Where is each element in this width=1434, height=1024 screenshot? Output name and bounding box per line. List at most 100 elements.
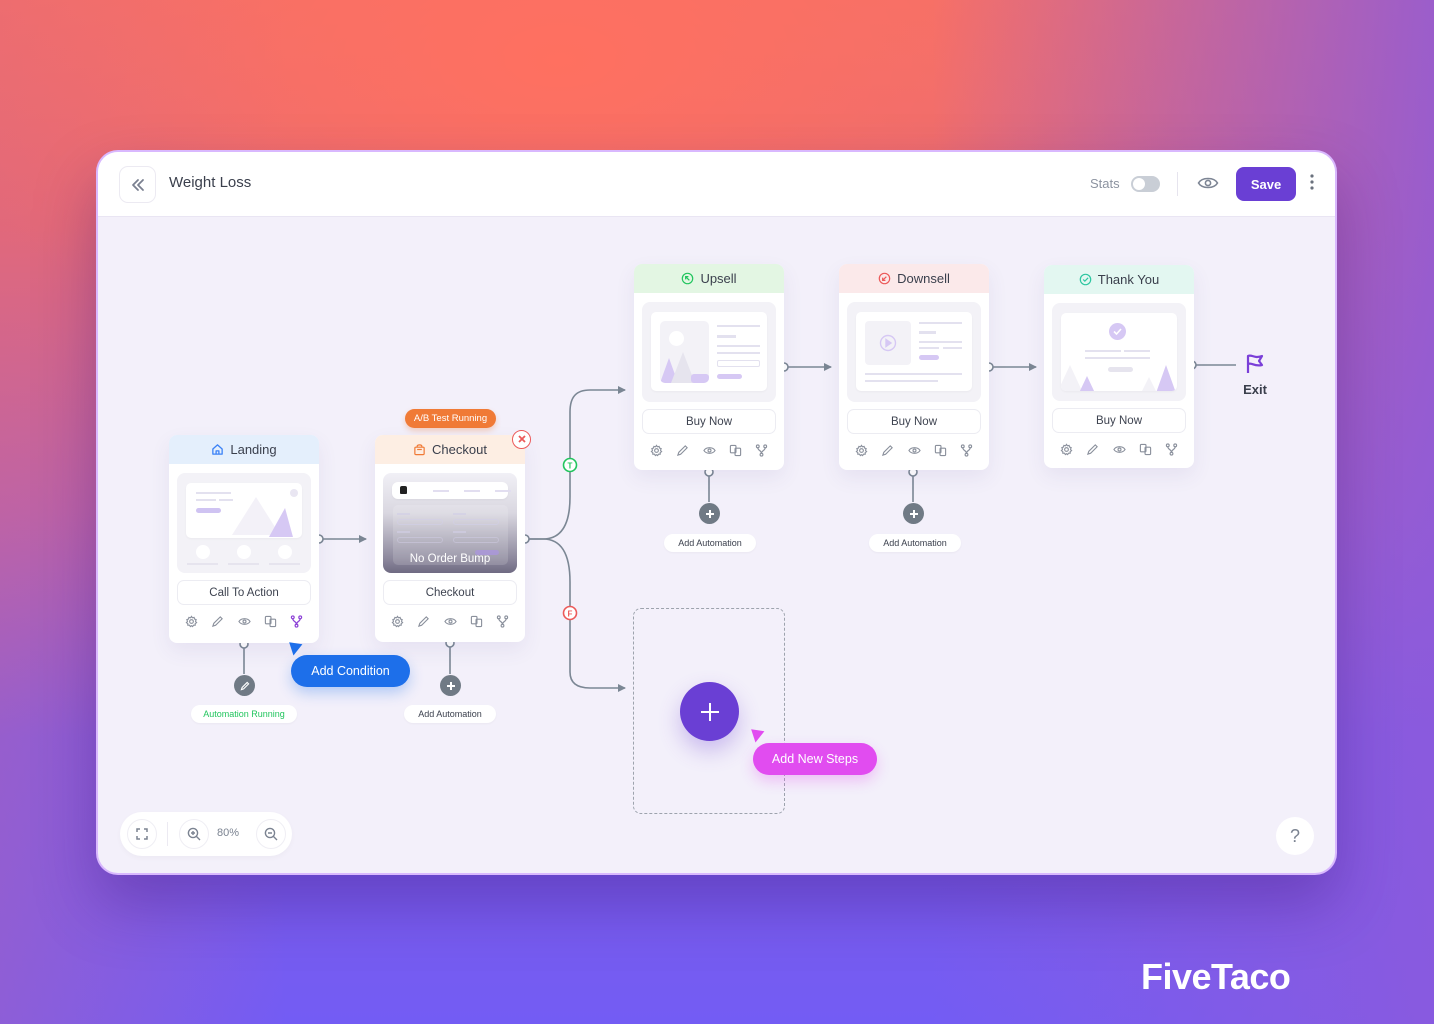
preview-node-button[interactable] [907,444,921,457]
settings-button[interactable] [185,614,198,628]
settings-button[interactable] [650,443,663,457]
false-branch-marker[interactable]: F [562,605,578,621]
split-button[interactable] [1165,442,1178,456]
node-header: Thank You [1044,265,1194,294]
node-cta-button[interactable]: Call To Action [177,580,311,605]
eye-icon [702,446,716,454]
stats-toggle[interactable] [1131,176,1160,192]
funnel-builder-window: Weight Loss Stats Save T F Landing Call … [96,150,1337,875]
plus-icon [700,702,719,721]
node-title: Thank You [1097,272,1160,287]
help-button[interactable]: ? [1276,817,1314,855]
node-thank-you[interactable]: Thank You Buy Now [1044,265,1194,468]
edit-button[interactable] [211,615,224,628]
order-bump-overlay: No Order Bump [409,553,491,565]
split-button[interactable] [290,614,303,628]
zoom-controls: 80% [120,812,292,856]
eye-icon [907,446,921,454]
add-automation-button[interactable] [440,675,461,696]
settings-button[interactable] [1060,442,1073,456]
svg-text:F: F [568,610,573,619]
duplicate-button[interactable] [264,615,277,628]
node-header: Upsell [634,264,784,293]
edit-button[interactable] [1086,443,1099,456]
node-header: Checkout [375,435,525,464]
gear-icon [855,443,868,456]
duplicate-icon [1139,443,1151,455]
add-condition-button[interactable]: Add Condition [291,655,410,687]
split-button[interactable] [496,614,509,628]
add-automation-label[interactable]: Add Automation [404,705,496,723]
node-title: Checkout [432,442,487,457]
node-header: Downsell [839,264,989,293]
duplicate-icon [729,444,741,456]
node-cta-button[interactable]: Buy Now [1052,408,1186,433]
shopping-bag-icon [414,444,425,456]
edit-button[interactable] [676,444,689,457]
node-toolbar [375,605,525,637]
node-landing[interactable]: Landing Call To Action [169,435,319,643]
zoom-in-icon [187,827,201,841]
fit-to-screen-button[interactable] [127,819,157,849]
ab-test-badge: A/B Test Running [405,409,496,428]
page-thumbnail[interactable]: No Order Bump [383,473,517,573]
node-title: Downsell [897,271,950,286]
more-options-button[interactable] [1306,172,1318,196]
split-icon [755,443,768,457]
divider [1177,172,1178,196]
edit-button[interactable] [417,615,430,628]
preview-node-button[interactable] [702,444,716,457]
automation-edit-button[interactable] [234,675,255,696]
exit-node[interactable]: Exit [1240,353,1270,397]
flow-canvas[interactable]: T F Landing Call To Action Automation Ru… [98,217,1335,873]
zoom-level: 80% [217,827,240,839]
node-toolbar [169,605,319,637]
split-button[interactable] [960,443,973,457]
add-automation-label[interactable]: Add Automation [664,534,756,552]
vertical-dots-icon [1310,174,1314,190]
preview-button[interactable] [1197,174,1221,194]
stats-label: Stats [1090,176,1120,191]
back-button[interactable] [119,166,156,203]
node-cta-button[interactable]: Buy Now [642,409,776,434]
add-automation-button[interactable] [903,503,924,524]
settings-button[interactable] [391,614,404,628]
settings-button[interactable] [855,443,868,457]
remove-ab-test-button[interactable] [512,430,531,449]
node-downsell[interactable]: Downsell Buy Now [839,264,989,470]
duplicate-button[interactable] [729,444,742,457]
node-title: Landing [230,442,277,457]
preview-node-button[interactable] [443,615,457,628]
close-icon [517,435,526,443]
node-upsell[interactable]: Upsell Buy Now [634,264,784,470]
edit-button[interactable] [881,444,894,457]
page-thumbnail[interactable] [847,302,981,402]
play-icon [879,334,897,352]
split-button[interactable] [755,443,768,457]
zoom-out-icon [264,827,278,841]
preview-node-button[interactable] [237,615,251,628]
duplicate-button[interactable] [470,615,483,628]
fullscreen-icon [136,828,148,840]
zoom-in-button[interactable] [179,819,209,849]
node-cta-button[interactable]: Buy Now [847,409,981,434]
add-automation-button[interactable] [699,503,720,524]
preview-node-button[interactable] [1112,443,1126,456]
save-button[interactable]: Save [1236,167,1296,201]
zoom-out-button[interactable] [256,819,286,849]
split-icon [290,614,303,628]
node-cta-button[interactable]: Checkout [383,580,517,605]
add-automation-label[interactable]: Add Automation [869,534,961,552]
duplicate-button[interactable] [934,444,947,457]
duplicate-button[interactable] [1139,443,1152,456]
add-new-steps-button[interactable]: Add New Steps [753,743,877,775]
add-step-button[interactable] [680,682,739,741]
arrow-up-left-circle-icon [682,272,694,285]
check-circle-icon [1079,273,1092,286]
page-thumbnail[interactable] [642,302,776,402]
page-thumbnail[interactable] [1052,303,1186,401]
node-checkout[interactable]: Checkout No Order Bump Checkout [375,435,525,642]
automation-running-label: Automation Running [191,705,297,723]
page-thumbnail[interactable] [177,473,311,573]
true-branch-marker[interactable]: T [562,457,578,473]
